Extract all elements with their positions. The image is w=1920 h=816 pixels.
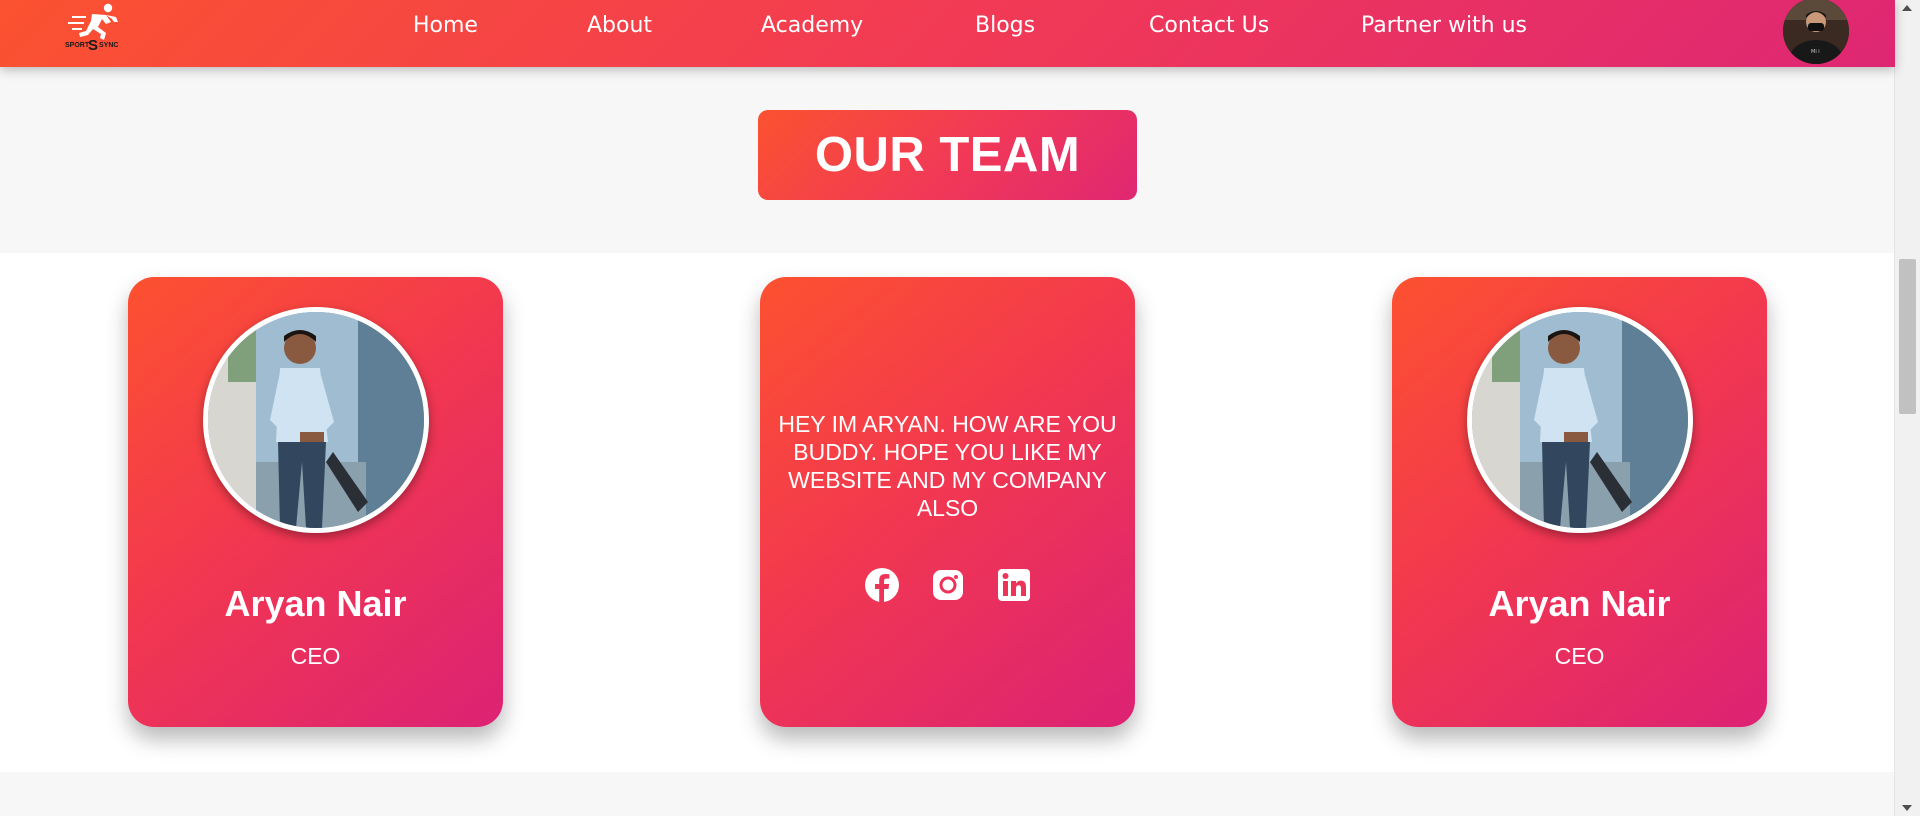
team-member-photo: [1467, 307, 1693, 533]
sportssync-logo[interactable]: SPORT S SYNC: [62, 0, 132, 62]
navbar: SPORT S SYNC Home About Academy Blogs Co…: [0, 0, 1895, 67]
nav-link-home[interactable]: Home: [413, 12, 478, 40]
svg-text:SPORT: SPORT: [65, 42, 90, 49]
svg-text:Mi i: Mi i: [1811, 49, 1820, 55]
team-card[interactable]: Aryan Nair CEO: [128, 277, 503, 727]
section-title: OUR TEAM: [814, 128, 1081, 182]
nav-link-blogs[interactable]: Blogs: [975, 12, 1035, 40]
team-member-name: Aryan Nair: [224, 583, 407, 624]
team-member-role: CEO: [1554, 643, 1605, 669]
nav-link-academy[interactable]: Academy: [761, 12, 863, 40]
facebook-icon[interactable]: [864, 567, 900, 603]
team-cards-section: Aryan Nair CEO HEY IM ARYAN. HOW ARE YOU…: [0, 253, 1895, 772]
nav-link-about[interactable]: About: [587, 12, 652, 40]
page-scrollbar[interactable]: [1894, 0, 1920, 816]
team-member-name: Aryan Nair: [1488, 583, 1671, 624]
instagram-icon[interactable]: [930, 567, 966, 603]
scrollbar-thumb[interactable]: [1899, 259, 1916, 414]
team-member-message: HEY IM ARYAN. HOW ARE YOU BUDDY. HOPE YO…: [778, 411, 1117, 521]
team-title-banner: OUR TEAM: [758, 110, 1137, 200]
svg-text:S: S: [88, 37, 98, 54]
next-section: [0, 772, 1895, 816]
team-title-section: OUR TEAM: [0, 67, 1895, 253]
page: SPORT S SYNC Home About Academy Blogs Co…: [0, 0, 1920, 816]
scroll-up-arrow-icon[interactable]: [1902, 5, 1912, 11]
nav-link-partner-with-us[interactable]: Partner with us: [1361, 12, 1527, 40]
social-links: [760, 567, 1135, 603]
nav-link-contact-us[interactable]: Contact Us: [1149, 12, 1269, 40]
team-member-role: CEO: [290, 643, 341, 669]
team-member-photo: [203, 307, 429, 533]
svg-text:SYNC: SYNC: [99, 42, 118, 49]
team-card[interactable]: Aryan Nair CEO: [1392, 277, 1767, 727]
profile-avatar[interactable]: Mi i: [1783, 0, 1849, 64]
team-card-message[interactable]: HEY IM ARYAN. HOW ARE YOU BUDDY. HOPE YO…: [760, 277, 1135, 727]
linkedin-icon[interactable]: [996, 567, 1032, 603]
scroll-down-arrow-icon[interactable]: [1902, 805, 1912, 811]
